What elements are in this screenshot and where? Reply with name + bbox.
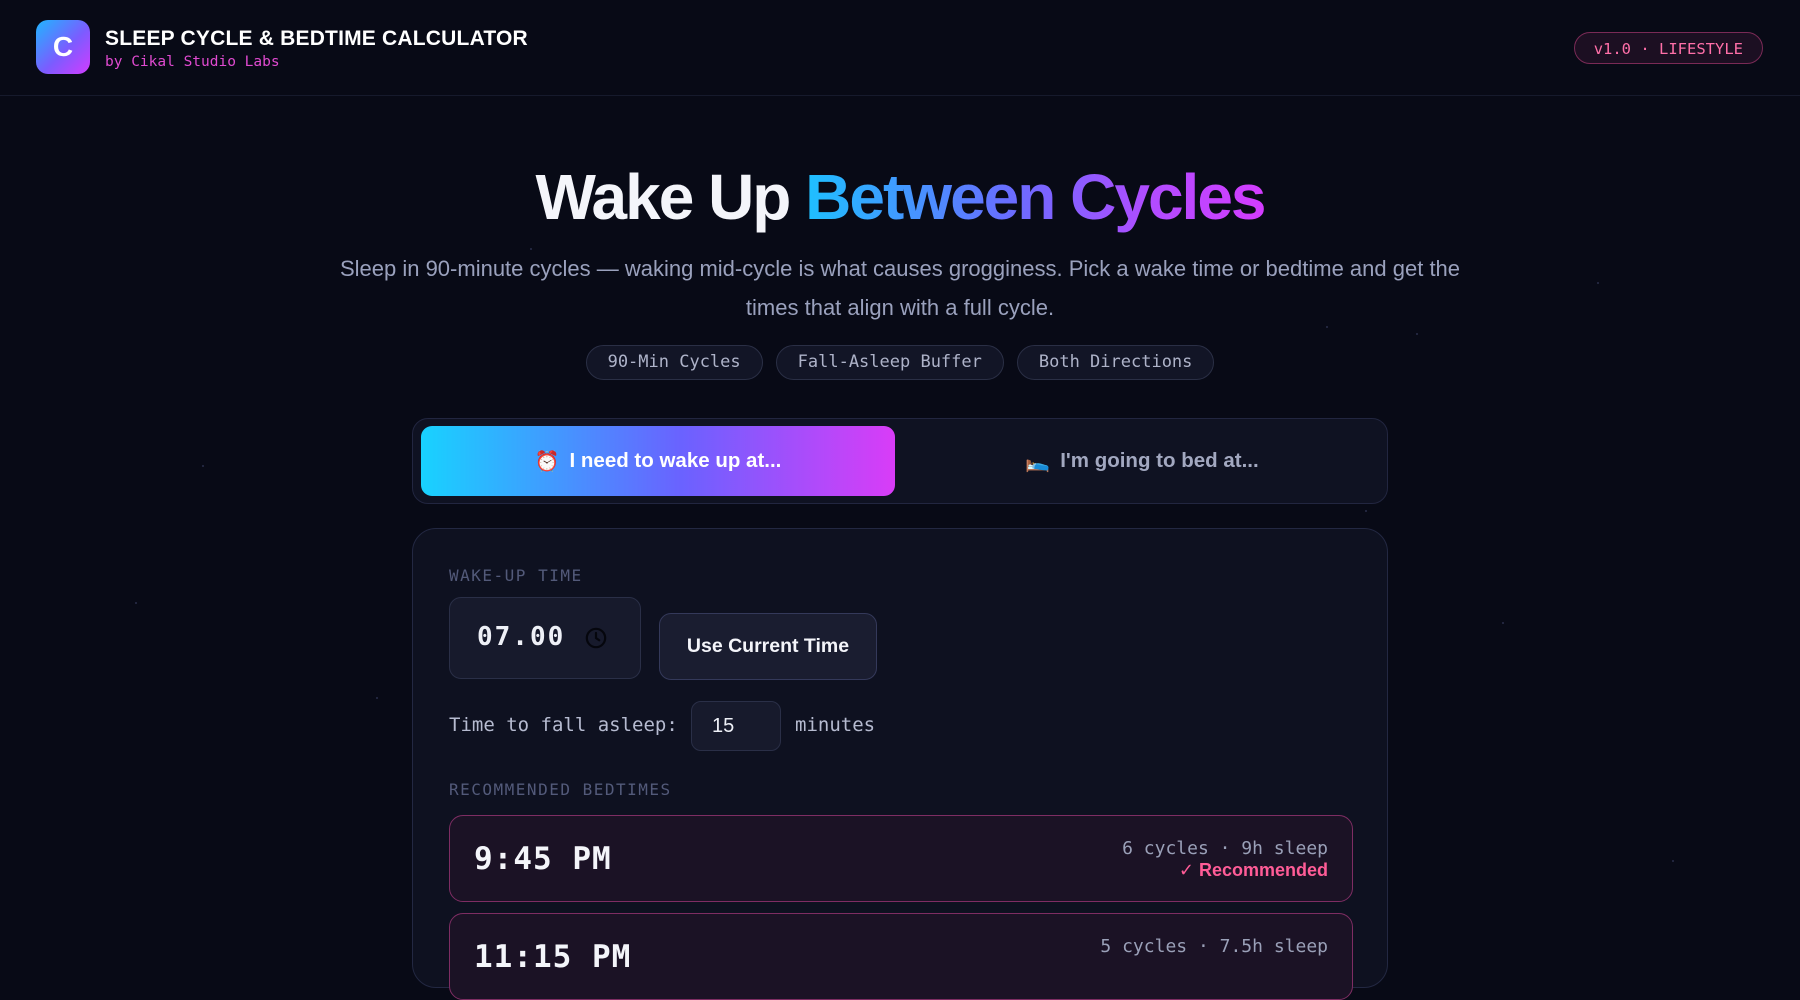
app-logo: C [36, 20, 90, 74]
wake-time-input[interactable]: 07.00 [449, 597, 641, 679]
feature-chips: 90-Min Cycles Fall-Asleep Buffer Both Di… [0, 345, 1800, 380]
bg-dot [376, 697, 378, 699]
calculator-card: WAKE-UP TIME 07.00 Use Current Time Time… [412, 528, 1388, 1000]
hero-description: Sleep in 90-minute cycles — waking mid-c… [339, 256, 1461, 320]
app-header: C SLEEP CYCLE & BEDTIME CALCULATOR by Ci… [0, 0, 1800, 96]
bed-mode-label: I'm going to bed at... [1060, 449, 1259, 472]
bg-dot [135, 602, 137, 604]
feature-chip: Fall-Asleep Buffer [775, 345, 1004, 380]
wake-time-value: 07.00 [477, 622, 566, 652]
wake-time-label: WAKE-UP TIME [449, 566, 583, 585]
fall-asleep-value: 15 [712, 715, 735, 737]
wake-mode-label: I need to wake up at... [569, 449, 782, 472]
bed-mode-button[interactable]: 🛌 I'm going to bed at... [905, 426, 1379, 496]
bg-dot [1502, 622, 1504, 624]
hero-title-plain: Wake Up [535, 161, 806, 233]
fall-asleep-input[interactable]: 15 [691, 701, 781, 751]
bedtime-result-card[interactable]: 9:45 PM 6 cycles · 9h sleep ✓ Recommende… [449, 815, 1353, 902]
mode-toggle: ⏰ I need to wake up at... 🛌 I'm going to… [412, 418, 1388, 504]
feature-chip: 90-Min Cycles [585, 345, 763, 380]
app-subtitle: by Cikal Studio Labs [105, 54, 280, 70]
use-current-time-button[interactable]: Use Current Time [659, 613, 877, 680]
bedtime-time: 11:15 PM [474, 939, 632, 975]
version-badge: v1.0 · LIFESTYLE [1573, 32, 1763, 64]
bg-dot [1416, 333, 1418, 335]
bg-dot [1365, 510, 1367, 512]
bg-dot [1597, 282, 1599, 284]
wake-mode-button[interactable]: ⏰ I need to wake up at... [421, 426, 895, 496]
app-title: SLEEP CYCLE & BEDTIME CALCULATOR [105, 27, 528, 50]
bedtime-meta: 6 cycles · 9h sleep [1122, 838, 1328, 859]
alarm-clock-icon: ⏰ [534, 450, 560, 473]
bedtime-result-card[interactable]: 11:15 PM 5 cycles · 7.5h sleep [449, 913, 1353, 1000]
bedtime-meta: 5 cycles · 7.5h sleep [1100, 936, 1328, 957]
hero-title-gradient: Between Cycles [805, 161, 1266, 233]
bed-icon: 🛌 [1025, 450, 1051, 473]
recommended-bedtimes-label: RECOMMENDED BEDTIMES [449, 780, 672, 799]
minutes-label: minutes [795, 714, 876, 736]
recommended-tag: ✓ Recommended [1178, 860, 1328, 880]
logo-letter: C [52, 31, 74, 62]
feature-chip: Both Directions [1016, 345, 1215, 380]
bg-dot [202, 465, 204, 467]
fall-asleep-label: Time to fall asleep: [449, 714, 678, 736]
bedtime-time: 9:45 PM [474, 841, 612, 877]
bg-dot [1672, 860, 1674, 862]
hero-title: Wake Up Between Cycles [0, 158, 1800, 236]
clock-icon[interactable] [585, 627, 607, 649]
